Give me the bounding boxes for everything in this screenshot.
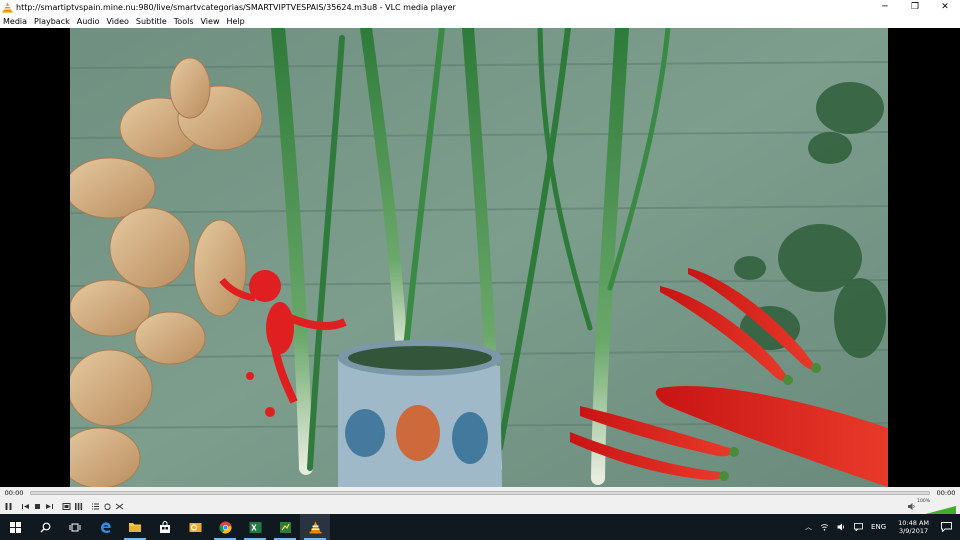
excel-icon [249,521,261,533]
video-area[interactable] [0,28,960,487]
minimize-button[interactable]: ─ [870,0,900,14]
menu-video[interactable]: Video [106,17,128,26]
taskbar-file-explorer[interactable] [120,514,150,540]
video-frame [70,28,888,487]
menu-subtitle[interactable]: Subtitle [136,17,167,26]
volume-percent: 100% [917,499,930,504]
system-tray: ︿ ENG 10:48 AM 3/9/2017 [801,514,960,540]
volume-slider[interactable]: 100% [917,499,956,516]
close-icon: ✕ [941,2,949,12]
taskbar-store[interactable] [150,514,180,540]
taskbar-edge[interactable] [90,514,120,540]
input-language[interactable]: ENG [871,523,886,531]
windows-logo-icon [9,521,21,533]
playlist-button[interactable] [90,501,101,512]
chevron-up-icon[interactable]: ︿ [805,522,812,532]
previous-button[interactable] [20,501,31,512]
stop-icon [35,504,40,509]
remaining-time[interactable]: 00:00 [932,489,960,497]
menu-tools[interactable]: Tools [174,17,194,26]
menu-view[interactable]: View [201,17,220,26]
pause-button[interactable] [3,501,14,512]
store-bag-icon [160,520,170,533]
task-view-icon [69,523,81,531]
spreadsheet-icon [279,521,291,533]
clock-time: 10:48 AM [898,519,929,527]
loop-button[interactable] [102,501,113,512]
window-title: http://smartiptvspain.mine.nu:980/live/s… [16,2,456,12]
extended-settings-button[interactable] [73,501,84,512]
close-button[interactable]: ✕ [930,0,960,14]
volume-tray-icon[interactable] [837,523,846,531]
chrome-icon [218,521,231,533]
speaker-icon[interactable] [907,502,916,511]
shuffle-icon [115,503,124,510]
clock-date: 3/9/2017 [898,527,929,535]
clock[interactable]: 10:48 AM 3/9/2017 [898,519,929,535]
task-view-button[interactable] [60,514,90,540]
menu-audio[interactable]: Audio [77,17,100,26]
network-icon[interactable] [820,523,829,531]
seek-slider[interactable] [30,491,930,495]
menu-media[interactable]: Media [3,17,27,26]
menu-playback[interactable]: Playback [34,17,70,26]
taskbar-vlc[interactable] [300,514,330,540]
video-picture [70,28,888,487]
vlc-cone-icon [2,1,13,13]
playlist-icon [92,503,99,510]
taskbar-excel-file[interactable] [270,514,300,540]
action-center-icon[interactable] [941,522,952,532]
pause-icon [5,503,12,510]
next-icon [46,504,53,509]
menu-help[interactable]: Help [226,17,244,26]
window-controls: ─ ❐ ✕ [870,0,960,14]
search-button[interactable] [30,514,60,540]
message-icon[interactable] [854,523,863,531]
loop-icon [104,503,111,511]
restore-button[interactable]: ❐ [900,0,930,14]
control-row: 100% [0,499,960,516]
stop-button[interactable] [32,501,43,512]
edge-browser-icon [100,521,111,533]
next-button[interactable] [44,501,55,512]
fullscreen-button[interactable] [61,501,72,512]
taskbar-chrome[interactable] [210,514,240,540]
taskbar-excel[interactable] [240,514,270,540]
start-button[interactable] [0,514,30,540]
fullscreen-icon [62,503,71,510]
restore-icon: ❐ [910,2,920,12]
seek-row: 00:00 00:00 [0,487,960,499]
outlook-icon [189,522,201,532]
search-icon [40,522,50,532]
previous-icon [22,504,29,509]
volume-control: 100% [907,499,956,516]
taskbar-outlook[interactable] [180,514,210,540]
elapsed-time[interactable]: 00:00 [0,489,28,497]
vlc-cone-icon [309,521,321,533]
minimize-icon: ─ [882,2,888,12]
title-bar: http://smartiptvspain.mine.nu:980/live/s… [0,0,960,14]
shuffle-button[interactable] [114,501,125,512]
menu-bar: Media Playback Audio Video Subtitle Tool… [0,14,960,28]
equalizer-icon [75,503,83,510]
taskbar: ︿ ENG 10:48 AM 3/9/2017 [0,514,960,540]
folder-icon [129,523,141,532]
